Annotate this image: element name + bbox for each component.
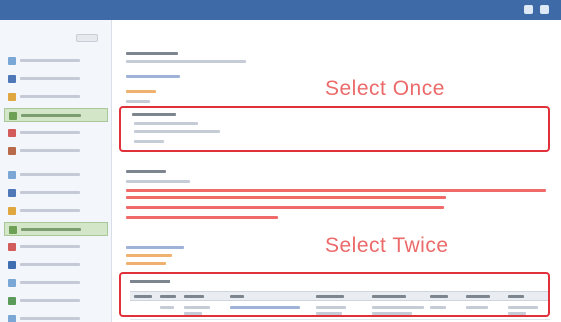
sidebar-item[interactable] — [4, 294, 108, 308]
shield-icon — [8, 147, 16, 155]
gear-icon[interactable] — [524, 5, 533, 14]
link[interactable] — [126, 75, 180, 78]
section-heading — [126, 170, 166, 173]
sidebar-action-button[interactable] — [76, 34, 98, 42]
sidebar-item[interactable] — [4, 144, 108, 158]
sidebar-item-active[interactable] — [4, 108, 108, 122]
sidebar-item[interactable] — [4, 240, 108, 254]
highlight-box-twice — [119, 272, 550, 317]
sidebar-item[interactable] — [4, 276, 108, 290]
list-icon — [9, 226, 17, 234]
select-twice-label: Select Twice — [325, 234, 449, 257]
folder-icon — [8, 93, 16, 101]
warning-text — [126, 90, 156, 93]
user-icon — [8, 75, 16, 83]
sidebar-item-active[interactable] — [4, 222, 108, 236]
close-icon[interactable] — [540, 5, 549, 14]
list-icon — [9, 112, 17, 120]
text-line — [126, 100, 150, 103]
alert-line — [126, 206, 444, 209]
text-line — [126, 180, 190, 183]
highlight-box-once — [119, 106, 550, 152]
sidebar-item[interactable] — [4, 72, 108, 86]
select-once-label: Select Once — [325, 77, 445, 100]
warning-text — [126, 254, 172, 257]
sidebar-item[interactable] — [4, 312, 108, 322]
folder-icon — [8, 207, 16, 215]
sidebar-item[interactable] — [4, 258, 108, 272]
user-icon — [8, 189, 16, 197]
sidebar-item[interactable] — [4, 204, 108, 218]
page-icon — [8, 57, 16, 65]
section-heading — [126, 52, 178, 55]
sidebar-item[interactable] — [4, 54, 108, 68]
text-line — [126, 60, 246, 63]
warning-text — [126, 262, 166, 265]
sidebar-item[interactable] — [4, 126, 108, 140]
sidebar-item[interactable] — [4, 186, 108, 200]
folder-icon — [8, 315, 16, 322]
tag-icon — [8, 243, 16, 251]
shield-icon — [8, 261, 16, 269]
alert-line — [126, 189, 546, 192]
sidebar-item[interactable] — [4, 90, 108, 104]
sidebar-item[interactable] — [4, 168, 108, 182]
tag-icon — [8, 129, 16, 137]
title-bar — [0, 0, 561, 20]
alert-line — [126, 196, 446, 199]
page-icon — [8, 171, 16, 179]
sidebar — [0, 20, 112, 322]
alert-line — [126, 216, 278, 219]
page-icon — [8, 279, 16, 287]
user-icon — [8, 297, 16, 305]
link[interactable] — [126, 246, 184, 249]
